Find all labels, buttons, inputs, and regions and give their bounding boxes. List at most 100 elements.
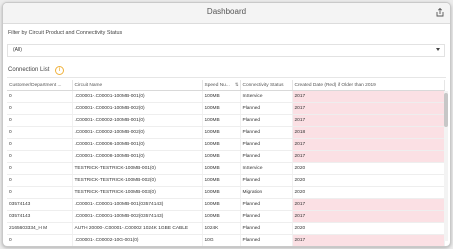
cell-connectivity-status: Planned [240,210,293,223]
cell-customer: 0 [7,162,73,175]
table-row[interactable]: 0 TESTRICK-TESTRICK-100MB-003(0) 100MB Migr… [7,186,445,199]
cell-customer: 0 [7,150,73,163]
cell-customer: 0 [7,186,73,199]
cell-created-date: 2017 [292,247,444,248]
table-row[interactable]: 2165603334_H M AUTH 20000-.C00001-.C00002… [7,222,445,235]
cell-speed: 100MB [202,198,241,211]
cell-created-date: 2018 [292,126,445,139]
table-row[interactable]: 0 .C00001-.C00001-100MB-002(0) 100MB Planne… [7,102,445,115]
column-header-circuit-name[interactable]: Circuit Name [72,80,203,91]
cell-speed: 100MB [202,174,241,187]
circuit-filter-select[interactable]: (All) [7,44,445,57]
cell-circuit-name: TESTRICK-TESTRICK-100MB-002(0) [72,174,203,187]
cell-speed: 100MB [202,138,241,151]
cell-connectivity-status: Migration [240,186,293,199]
cell-customer: 0 [7,138,73,151]
cell-speed: 100MB [202,114,241,127]
cell-circuit-name: .C00001-.C00001-100MB-001(0) [72,90,203,103]
chevron-down-icon [436,48,440,51]
cell-circuit-name: .C00001-.C00002-100MB-001(0) [72,114,203,127]
cell-connectivity-status: Planned [240,198,293,211]
share-icon[interactable] [435,7,445,17]
cell-connectivity-status: Planned [240,126,293,139]
table-header-row: Customer/Department ... Circuit Name Spe… [7,80,445,91]
cell-connectivity-status: InService [240,162,293,175]
cell-created-date: 2020 [292,162,445,175]
cell-connectivity-status: Planned [240,247,292,248]
cell-created-date: 2017 [292,114,445,127]
table-scrollbar-thumb[interactable] [444,93,448,127]
cell-customer: 0 [7,234,73,246]
connection-table: Customer/Department ... Circuit Name Spe… [7,80,445,248]
cell-circuit-name: TESTRICK-TESTRICK-100MB-003(0) [72,186,203,199]
cell-created-date: 2020 [292,186,445,199]
table-row[interactable]: 0 TESTRICK-TESTRICK-100MB-001(0) 100MB InSe… [7,162,445,175]
table-row[interactable]: 0 .C00001-.C00002-100MB-002(0) 100MB Planne… [7,126,445,139]
cell-circuit-name: .C00001-.C00001-100MB-002(03574143) [72,210,203,223]
title-bar: Dashboard [3,3,450,24]
cell-customer: 0 [7,174,73,187]
cell-circuit-name: .C00001-.C00008-100MB-001(0) [72,150,203,163]
cell-circuit-name: .C00001-.C00006-100MB-001(0) [72,138,203,151]
cell-customer: 0 [7,90,73,103]
cell-created-date: 2017 [292,102,445,115]
column-header-created-date[interactable]: Created Date (Red) if Older than 2019 [292,80,445,91]
column-header-speed[interactable]: Speed Nu... ⇅ [202,80,241,91]
cell-speed: 10G [202,234,241,246]
cell-connectivity-status: Planned [240,138,293,151]
filter-label: Filter by Circuit Product and Connectivi… [8,30,123,36]
cell-created-date: 2017 [292,90,445,103]
column-header-connectivity-status[interactable]: Connectivity Status [240,80,293,91]
cell-created-date: 2017 [292,150,445,163]
cell-customer: 0 [7,126,73,139]
cell-created-date: 2017 [292,210,445,223]
divider [7,77,446,78]
cell-connectivity-status: Planned [240,114,293,127]
cell-speed: 100MB [202,210,241,223]
cell-speed: 100MB [202,186,241,199]
cell-created-date: 2017 [292,138,445,151]
cell-circuit-name: TESTRICK-TESTRICK-100MB-001(0) [72,162,203,175]
cell-connectivity-status: InService [240,90,293,103]
cell-circuit-name: .C00001-.C00002-10G-002(0) [72,247,202,248]
sort-icon[interactable]: ⇅ [235,82,239,88]
table-row[interactable]: 03574143 .C00001-.C00001-100MB-001(035741… [7,198,445,211]
cell-circuit-name: .C00001-.C00001-100MB-001(03574143) [72,198,203,211]
cell-speed: 1024K [202,222,241,235]
table-row[interactable]: 0.C00001-.C00002-10G-002(0)10GPlanned201… [7,247,444,248]
table-row[interactable]: 0 .C00001-.C00006-100MB-001(0) 100MB Planne… [7,138,445,151]
window-title: Dashboard [206,7,247,16]
cell-created-date: 2020 [292,222,445,235]
column-header-customer[interactable]: Customer/Department ... [7,80,73,91]
cell-customer: 0 [7,114,73,127]
connection-list-title: Connection List [8,67,50,73]
cell-connectivity-status: Planned [240,222,293,235]
cell-created-date: 2017 [292,234,445,246]
table-row[interactable]: 0 TESTRICK-TESTRICK-100MB-002(0) 100MB Plan… [7,174,445,187]
table-row[interactable]: 0 .C00001-.C00008-100MB-001(0) 100MB Planne… [7,150,445,163]
cell-speed: 100MB [202,162,241,175]
cell-speed: 100MB [202,126,241,139]
cell-speed: 100MB [202,90,241,103]
dashboard-window: Dashboard Filter by Circuit Product and … [2,2,451,247]
table-row[interactable]: 03574143 .C00001-.C00001-100MB-002(035741… [7,210,445,223]
filter-selected-value: (All) [13,47,22,53]
cell-connectivity-status: Planned [240,174,293,187]
cell-circuit-name: .C00001-.C00002-10G-001(0) [72,234,203,246]
cell-created-date: 2020 [292,174,445,187]
cell-circuit-name: .C00001-.C00001-100MB-002(0) [72,102,203,115]
cell-speed: 10G [202,247,240,248]
cell-circuit-name: AUTH 20000-.C00001-.C00002 1024K 1GBE CA… [72,222,203,235]
table-row[interactable]: 0 .C00001-.C00002-10G-001(0) 10G Planned 201… [7,234,445,246]
cell-created-date: 2017 [292,198,445,211]
cell-customer: 0 [7,247,72,248]
cell-customer: 0 [7,102,73,115]
info-icon[interactable]: i [55,66,64,75]
cell-speed: 100MB [202,102,241,115]
table-row[interactable]: 0 .C00001-.C00001-100MB-001(0) 100MB InServ… [7,90,445,103]
cell-connectivity-status: Planned [240,150,293,163]
table-row[interactable]: 0 .C00001-.C00002-100MB-001(0) 100MB Planne… [7,114,445,127]
cell-speed: 100MB [202,150,241,163]
cell-circuit-name: .C00001-.C00002-100MB-002(0) [72,126,203,139]
cell-connectivity-status: Planned [240,234,293,246]
